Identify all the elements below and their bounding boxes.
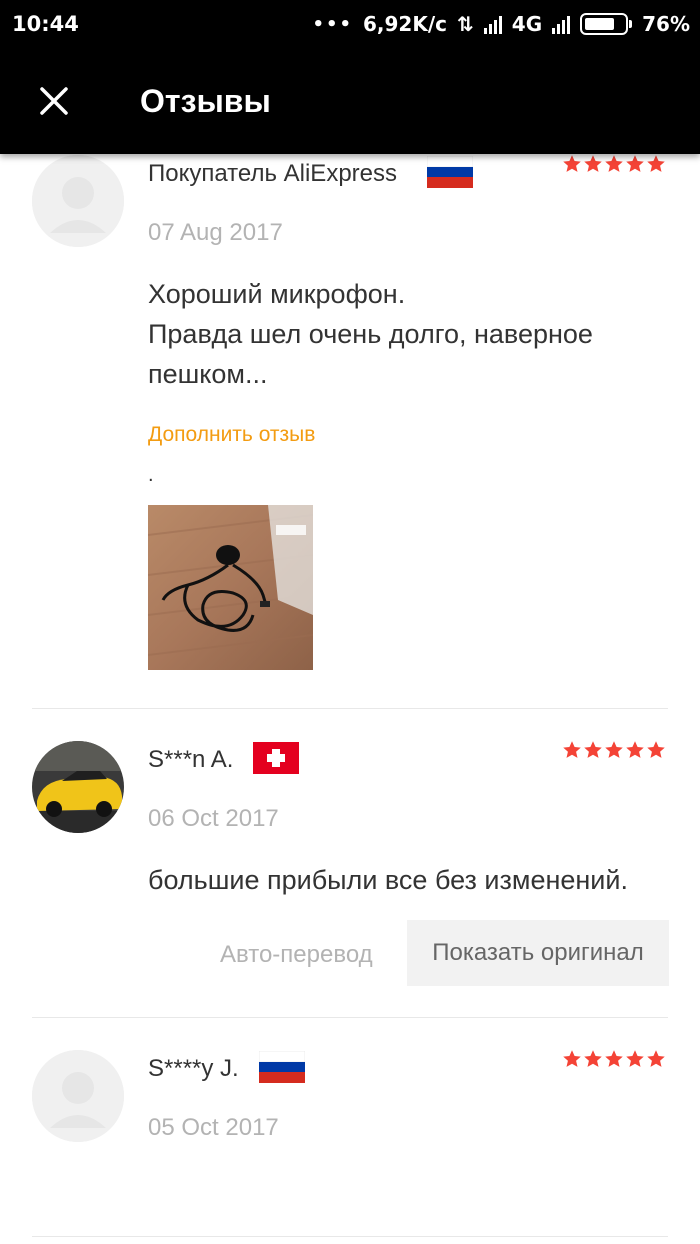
divider bbox=[32, 708, 668, 709]
russia-flag-icon bbox=[427, 156, 473, 188]
star-icon bbox=[584, 741, 602, 758]
star-icon bbox=[584, 155, 602, 172]
star-icon bbox=[563, 155, 581, 172]
reviewer-name: S***n A. bbox=[148, 746, 234, 773]
battery-icon bbox=[580, 13, 633, 35]
russia-flag-icon bbox=[259, 1051, 305, 1083]
star-icon bbox=[605, 155, 623, 172]
divider bbox=[32, 1236, 668, 1237]
auto-translate-label: Авто-перевод bbox=[220, 941, 373, 968]
page-title: Отзывы bbox=[140, 83, 271, 119]
review-photo[interactable] bbox=[148, 505, 313, 670]
star-icon bbox=[605, 1050, 623, 1067]
star-icon bbox=[584, 1050, 602, 1067]
status-bar: 10:44 ••• 6,92K/c ⇅ 4G 76% bbox=[0, 0, 700, 50]
battery-percent: 76% bbox=[642, 12, 690, 36]
star-icon bbox=[626, 1050, 644, 1067]
star-icon bbox=[605, 741, 623, 758]
status-time: 10:44 bbox=[12, 12, 79, 36]
follow-up-text: . bbox=[148, 464, 154, 486]
avatar bbox=[32, 1050, 124, 1142]
star-icon bbox=[647, 741, 665, 758]
data-transfer-icon: ⇅ bbox=[457, 12, 474, 36]
show-original-button[interactable]: Показать оригинал bbox=[407, 920, 669, 986]
rating-stars bbox=[562, 740, 666, 760]
avatar bbox=[32, 155, 124, 247]
close-icon[interactable] bbox=[36, 83, 72, 119]
star-icon bbox=[563, 1050, 581, 1067]
notification-dots-icon: ••• bbox=[312, 13, 353, 35]
rating-stars bbox=[562, 1049, 666, 1069]
avatar bbox=[32, 741, 124, 833]
switzerland-flag-icon bbox=[253, 742, 299, 774]
star-icon bbox=[563, 741, 581, 758]
signal-icon-2 bbox=[552, 14, 571, 34]
reviewer-name: S****y J. bbox=[148, 1055, 239, 1082]
review-date: 06 Oct 2017 bbox=[148, 805, 279, 832]
rating-stars bbox=[562, 154, 666, 174]
signal-icon bbox=[483, 14, 502, 34]
network-type: 4G bbox=[511, 12, 543, 36]
network-speed: 6,92K/c bbox=[363, 12, 448, 36]
review-date: 07 Aug 2017 bbox=[148, 219, 283, 246]
review-text: Хороший микрофон. Правда шел очень долго… bbox=[148, 279, 593, 389]
app-bar: Отзывы bbox=[0, 50, 700, 154]
star-icon bbox=[647, 155, 665, 172]
star-icon bbox=[647, 1050, 665, 1067]
star-icon bbox=[626, 155, 644, 172]
review-date: 05 Oct 2017 bbox=[148, 1114, 279, 1141]
divider bbox=[32, 1017, 668, 1018]
star-icon bbox=[626, 741, 644, 758]
review-text: большие прибыли все без изменений. bbox=[148, 865, 628, 895]
append-review-link[interactable]: Дополнить отзыв bbox=[148, 423, 315, 447]
reviewer-name: Покупатель AliExpress bbox=[148, 160, 397, 187]
